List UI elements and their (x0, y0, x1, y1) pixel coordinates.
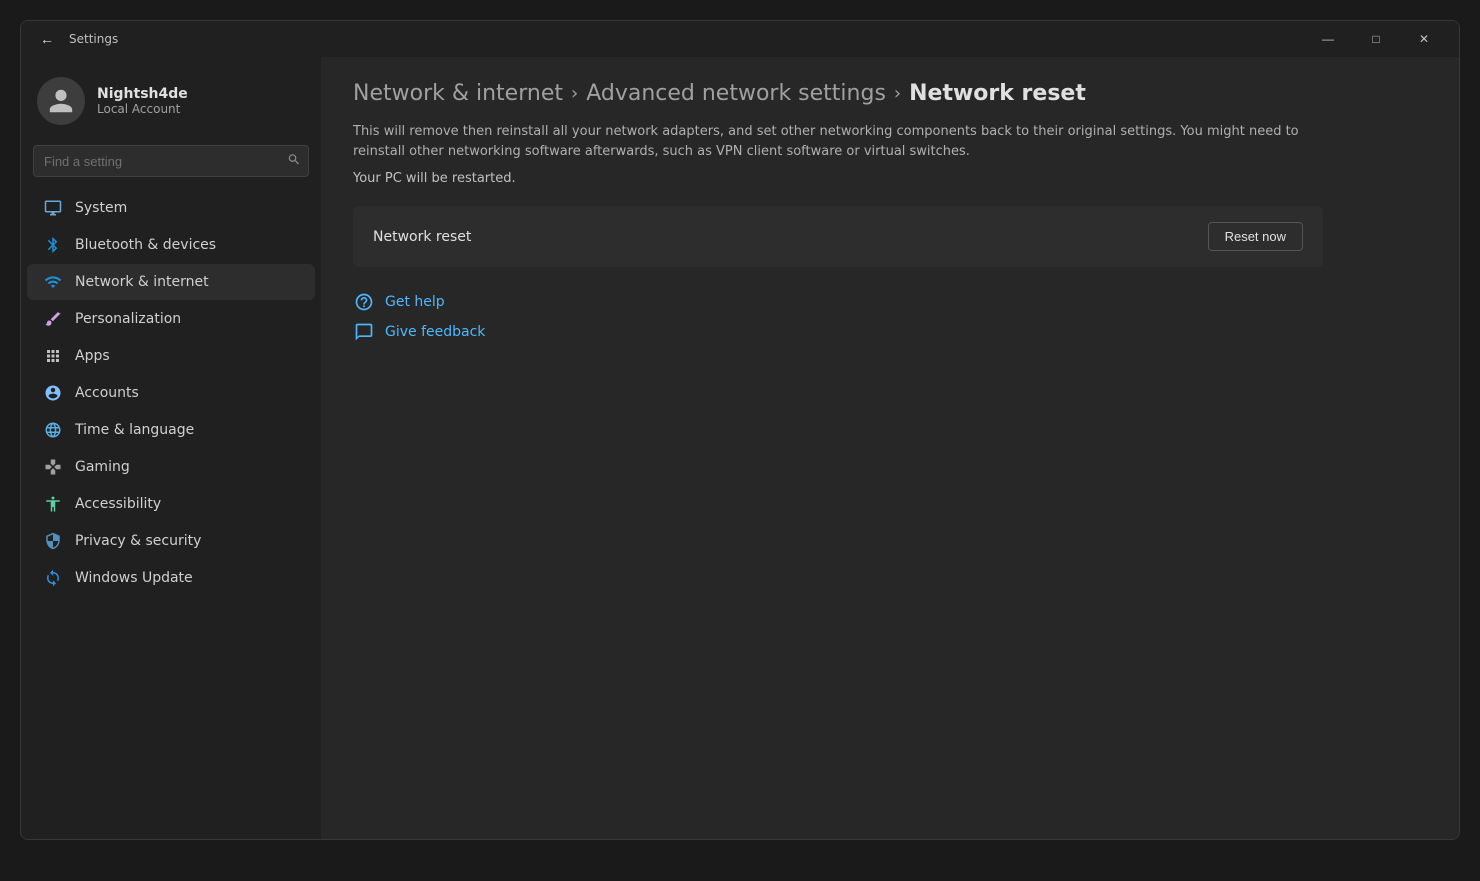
sidebar-item-windows-update-label: Windows Update (75, 570, 193, 586)
brush-icon (43, 309, 63, 329)
close-button[interactable]: ✕ (1401, 23, 1447, 55)
content-area: Nightsh4de Local Account (21, 57, 1459, 839)
sidebar-item-accounts[interactable]: Accounts (27, 375, 315, 411)
restart-notice: Your PC will be restarted. (353, 171, 1427, 186)
sidebar-item-network[interactable]: Network & internet (27, 264, 315, 300)
search-input[interactable] (33, 145, 309, 177)
sidebar-item-bluetooth[interactable]: Bluetooth & devices (27, 227, 315, 263)
breadcrumb-sep-2: › (894, 83, 901, 104)
window-controls: — □ ✕ (1305, 23, 1447, 55)
sidebar-item-accounts-label: Accounts (75, 385, 139, 401)
sidebar-item-apps[interactable]: Apps (27, 338, 315, 374)
settings-window: ← Settings — □ ✕ Nightsh4de Local Accoun… (20, 20, 1460, 840)
breadcrumb-sep-1: › (571, 83, 578, 104)
main-content: Network & internet › Advanced network se… (321, 57, 1459, 839)
user-name: Nightsh4de (97, 86, 188, 102)
person-circle-icon (43, 383, 63, 403)
sidebar-item-personalization-label: Personalization (75, 311, 181, 327)
breadcrumb: Network & internet › Advanced network se… (353, 81, 1427, 106)
sidebar: Nightsh4de Local Account (21, 57, 321, 839)
minimize-button[interactable]: — (1305, 23, 1351, 55)
person-icon (47, 87, 75, 115)
back-button[interactable]: ← (33, 25, 61, 53)
sidebar-item-gaming-label: Gaming (75, 459, 130, 475)
give-feedback-link[interactable]: Give feedback (353, 321, 1427, 343)
sidebar-item-time[interactable]: Time & language (27, 412, 315, 448)
window-title: Settings (69, 32, 118, 46)
maximize-button[interactable]: □ (1353, 23, 1399, 55)
sidebar-item-network-label: Network & internet (75, 274, 209, 290)
description-text: This will remove then reinstall all your… (353, 122, 1303, 161)
title-bar: ← Settings — □ ✕ (21, 21, 1459, 57)
give-feedback-icon (353, 321, 375, 343)
sidebar-item-system-label: System (75, 200, 127, 216)
accessibility-icon (43, 494, 63, 514)
wifi-icon (43, 272, 63, 292)
sidebar-item-gaming[interactable]: Gaming (27, 449, 315, 485)
sidebar-item-time-label: Time & language (75, 422, 194, 438)
update-icon (43, 568, 63, 588)
sidebar-nav: System Bluetooth & devices (21, 189, 321, 597)
globe-icon (43, 420, 63, 440)
sidebar-item-system[interactable]: System (27, 190, 315, 226)
sidebar-item-privacy[interactable]: Privacy & security (27, 523, 315, 559)
controller-icon (43, 457, 63, 477)
bluetooth-icon (43, 235, 63, 255)
sidebar-item-apps-label: Apps (75, 348, 110, 364)
avatar (37, 77, 85, 125)
sidebar-item-accessibility-label: Accessibility (75, 496, 161, 512)
reset-card-label: Network reset (373, 229, 471, 245)
monitor-icon (43, 198, 63, 218)
user-account-type: Local Account (97, 102, 188, 116)
sidebar-item-personalization[interactable]: Personalization (27, 301, 315, 337)
search-icon-button[interactable] (287, 153, 301, 170)
search-icon (287, 153, 301, 167)
get-help-label: Get help (385, 294, 445, 310)
sidebar-item-accessibility[interactable]: Accessibility (27, 486, 315, 522)
sidebar-item-privacy-label: Privacy & security (75, 533, 201, 549)
get-help-link[interactable]: Get help (353, 291, 1427, 313)
help-links: Get help Give feedback (353, 291, 1427, 343)
shield-icon (43, 531, 63, 551)
user-info: Nightsh4de Local Account (97, 86, 188, 116)
breadcrumb-network-reset: Network reset (909, 81, 1086, 106)
reset-now-button[interactable]: Reset now (1208, 222, 1303, 251)
sidebar-item-windows-update[interactable]: Windows Update (27, 560, 315, 596)
breadcrumb-advanced-network[interactable]: Advanced network settings (586, 81, 886, 106)
give-feedback-label: Give feedback (385, 324, 485, 340)
breadcrumb-network-internet[interactable]: Network & internet (353, 81, 563, 106)
get-help-icon (353, 291, 375, 313)
reset-card: Network reset Reset now (353, 206, 1323, 267)
sidebar-item-bluetooth-label: Bluetooth & devices (75, 237, 216, 253)
title-bar-left: ← Settings (33, 25, 118, 53)
grid-icon (43, 346, 63, 366)
user-section: Nightsh4de Local Account (21, 65, 321, 141)
search-box (33, 145, 309, 177)
